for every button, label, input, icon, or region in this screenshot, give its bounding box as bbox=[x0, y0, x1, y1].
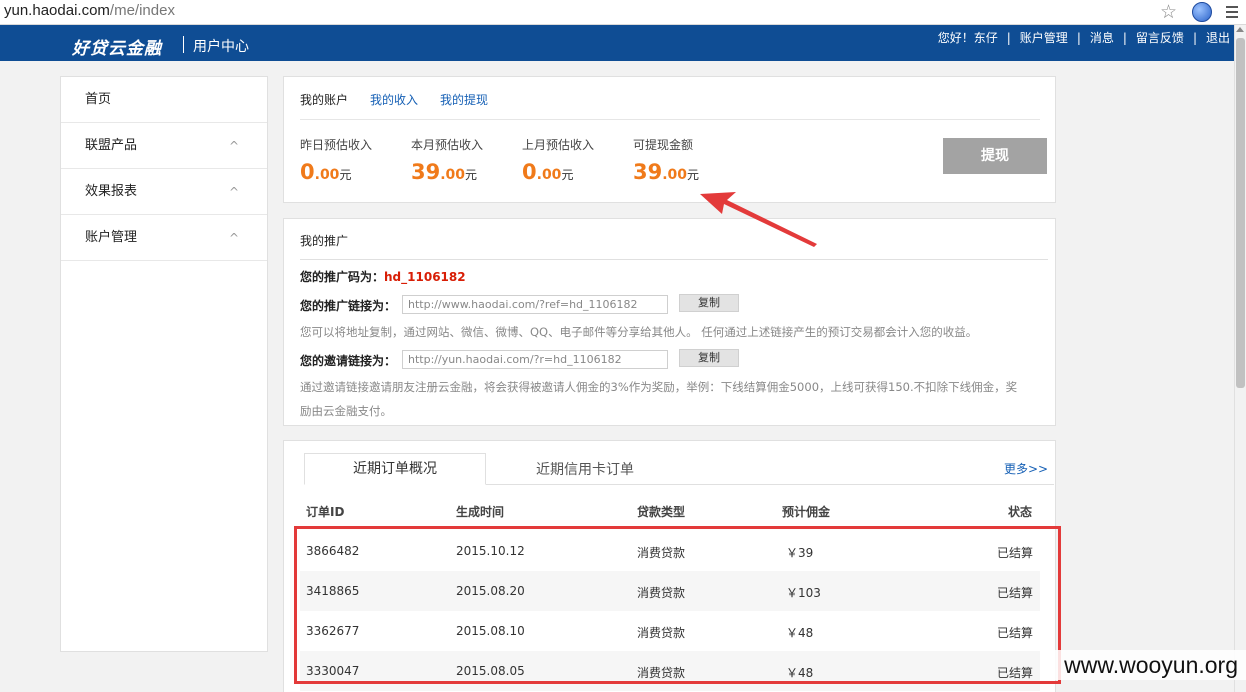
divider bbox=[300, 119, 1040, 120]
nav-logout[interactable]: 退出 bbox=[1206, 29, 1230, 46]
sidebar-item-label: 联盟产品 bbox=[85, 138, 138, 153]
stat-this-month: 本月预估收入 39.00元 bbox=[411, 136, 483, 184]
column-header-loan-type: 贷款类型 bbox=[637, 505, 686, 519]
promo-code-row: 您的推广码为：hd_1106182 bbox=[300, 270, 466, 284]
url-text[interactable]: yun.haodai.com/me/index bbox=[4, 2, 175, 19]
account-tabs: 我的账户 我的收入 我的提现 bbox=[300, 91, 488, 108]
url-host: yun.haodai.com bbox=[4, 2, 110, 19]
stat-label: 上月预估收入 bbox=[522, 138, 595, 152]
site-logo[interactable]: 好贷云金融 bbox=[72, 34, 162, 59]
nav-feedback[interactable]: 留言反馈 bbox=[1136, 29, 1184, 46]
tab-my-account[interactable]: 我的账户 bbox=[300, 91, 348, 108]
sidebar-item-alliance-products[interactable]: 联盟产品 ^ bbox=[61, 123, 267, 169]
watermark: www.wooyun.org bbox=[1040, 650, 1246, 680]
site-subtitle: 用户中心 bbox=[193, 39, 249, 55]
scroll-up-arrow-icon[interactable] bbox=[1236, 27, 1244, 32]
chevron-up-icon: ^ bbox=[228, 231, 239, 245]
column-header-status: 状态 bbox=[1008, 505, 1033, 519]
tab-credit-card-orders[interactable]: 近期信用卡订单 bbox=[536, 459, 634, 479]
promotion-panel: 我的推广 您的推广码为：hd_1106182 您的推广链接为： http://w… bbox=[283, 218, 1056, 426]
invite-note-line1: 通过邀请链接邀请朋友注册云金融，将会获得被邀请人佣金的3%作为奖励，举例：下线结… bbox=[300, 380, 1018, 394]
more-link[interactable]: 更多>> bbox=[1004, 460, 1048, 477]
nav-greeting: 您好！东仔 bbox=[937, 31, 998, 45]
invite-link-field[interactable]: http://yun.haodai.com/?r=hd_1106182 bbox=[402, 350, 668, 369]
tab-my-withdrawals[interactable]: 我的提现 bbox=[440, 91, 488, 108]
browser-menu-icon[interactable] bbox=[1226, 6, 1238, 18]
account-panel: 我的账户 我的收入 我的提现 昨日预估收入 0.00元 本月预估收入 39.00… bbox=[283, 76, 1056, 203]
tab-my-income[interactable]: 我的收入 bbox=[370, 91, 418, 108]
chevron-up-icon: ^ bbox=[228, 139, 239, 153]
site-header: 好贷云金融 用户中心 您好！东仔 | 账户管理 | 消息 | 留言反馈 | 退出 bbox=[0, 25, 1234, 61]
sidebar-item-label: 效果报表 bbox=[85, 184, 138, 199]
nav-messages[interactable]: 消息 bbox=[1090, 29, 1114, 46]
scrollbar-thumb[interactable] bbox=[1236, 38, 1245, 388]
stat-value: 39.00元 bbox=[633, 160, 700, 184]
promo-link-field[interactable]: http://www.haodai.com/?ref=hd_1106182 bbox=[402, 295, 668, 314]
invite-note-line2: 励由云金融支付。 bbox=[300, 404, 392, 418]
promo-code: hd_1106182 bbox=[384, 270, 466, 284]
url-path: /me/index bbox=[109, 2, 175, 19]
promo-link-note: 您可以将地址复制，通过网站、微信、微博、QQ、电子邮件等分享给其他人。 任何通过… bbox=[300, 325, 978, 339]
invite-link-label: 您的邀请链接为： bbox=[300, 354, 397, 368]
tab-recent-orders[interactable]: 近期订单概况 bbox=[304, 453, 486, 485]
stat-last-month: 上月预估收入 0.00元 bbox=[522, 136, 594, 184]
nav-account-management[interactable]: 账户管理 bbox=[1020, 29, 1068, 46]
stat-yesterday: 昨日预估收入 0.00元 bbox=[300, 136, 372, 184]
annotation-highlight-box bbox=[294, 526, 1061, 684]
browser-address-bar[interactable]: yun.haodai.com/me/index ☆ bbox=[0, 0, 1246, 25]
copy-promo-link-button[interactable]: 复制 bbox=[679, 294, 739, 312]
globe-icon[interactable] bbox=[1192, 2, 1212, 22]
sidebar-item-reports[interactable]: 效果报表 ^ bbox=[61, 169, 267, 215]
copy-invite-link-button[interactable]: 复制 bbox=[679, 349, 739, 367]
stat-label: 本月预估收入 bbox=[411, 138, 484, 152]
divider bbox=[300, 259, 1048, 260]
promo-link-label: 您的推广链接为： bbox=[300, 299, 397, 313]
stat-label: 昨日预估收入 bbox=[300, 138, 373, 152]
sidebar-item-home[interactable]: 首页 bbox=[61, 77, 267, 123]
stat-withdrawable: 可提现金额 39.00元 bbox=[633, 136, 699, 184]
promotion-title: 我的推广 bbox=[300, 234, 349, 248]
stat-value: 39.00元 bbox=[411, 160, 478, 184]
sidebar-item-account-management[interactable]: 账户管理 ^ bbox=[61, 215, 267, 261]
stat-value: 0.00元 bbox=[522, 160, 574, 184]
column-header-order-id: 订单ID bbox=[306, 505, 345, 519]
column-header-commission: 预计佣金 bbox=[782, 505, 831, 519]
bookmark-star-icon[interactable]: ☆ bbox=[1160, 1, 1177, 23]
stat-label: 可提现金额 bbox=[633, 138, 694, 152]
top-nav: 您好！东仔 | 账户管理 | 消息 | 留言反馈 | 退出 bbox=[937, 29, 1230, 46]
column-header-created-time: 生成时间 bbox=[456, 505, 505, 519]
logo-divider bbox=[183, 36, 184, 53]
sidebar-item-label: 账户管理 bbox=[85, 230, 138, 245]
chevron-up-icon: ^ bbox=[228, 185, 239, 199]
stat-value: 0.00元 bbox=[300, 160, 352, 184]
withdraw-button[interactable]: 提现 bbox=[943, 138, 1047, 174]
sidebar: 首页 联盟产品 ^ 效果报表 ^ 账户管理 ^ bbox=[60, 76, 268, 652]
sidebar-item-label: 首页 bbox=[85, 92, 112, 107]
